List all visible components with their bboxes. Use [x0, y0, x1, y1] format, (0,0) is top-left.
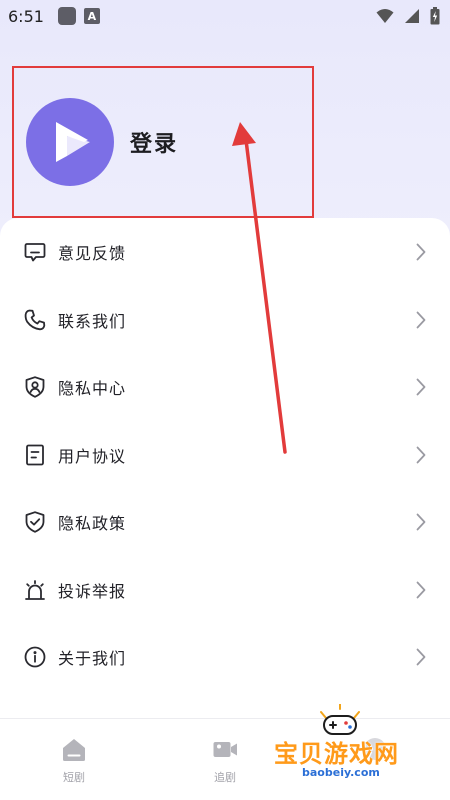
battery-icon	[430, 7, 440, 25]
chevron-right-icon	[414, 242, 428, 262]
menu-item-contact-us[interactable]: 联系我们	[0, 290, 450, 350]
watermark-logo: 宝贝游戏网 baobeiy.com	[272, 704, 422, 779]
menu-item-label: 用户协议	[58, 447, 127, 466]
chevron-right-icon	[414, 580, 428, 600]
menu-item-feedback[interactable]: 意见反馈	[0, 222, 450, 282]
menu-item-user-agreement[interactable]: 用户协议	[0, 425, 450, 485]
menu-item-privacy-center[interactable]: 隐私中心	[0, 357, 450, 417]
menu-item-label: 联系我们	[58, 312, 127, 331]
chevron-right-icon	[414, 512, 428, 532]
login-button[interactable]: 登录	[130, 126, 178, 158]
settings-menu-card: 意见反馈 联系我们 隐私中心 用户协议 隐私政策 投诉举报 关于我们	[0, 218, 450, 718]
status-time: 6:51	[8, 6, 44, 26]
watermark-url: baobeiy.com	[302, 766, 380, 779]
signal-icon	[405, 9, 419, 23]
wifi-icon	[376, 9, 394, 23]
menu-item-label: 关于我们	[58, 649, 127, 668]
chevron-right-icon	[414, 647, 428, 667]
menu-item-label: 意见反馈	[58, 244, 127, 263]
chevron-right-icon	[414, 445, 428, 465]
nav-item-follow-drama[interactable]: 追剧	[180, 735, 270, 785]
feedback-icon	[22, 239, 48, 265]
document-icon	[22, 442, 48, 468]
status-indicators	[376, 7, 440, 25]
chevron-right-icon	[414, 377, 428, 397]
menu-item-about-us[interactable]: 关于我们	[0, 627, 450, 687]
phone-icon	[22, 307, 48, 333]
chevron-right-icon	[414, 310, 428, 330]
app-notification-icon	[57, 7, 76, 25]
nav-label: 追剧	[214, 771, 236, 784]
menu-item-label: 隐私政策	[58, 514, 127, 533]
video-icon	[211, 735, 239, 763]
nav-label: 短剧	[63, 771, 85, 784]
menu-item-complaint-report[interactable]: 投诉举报	[0, 560, 450, 620]
a-notification-icon: A	[83, 8, 100, 24]
status-bar: 6:51 A	[0, 0, 450, 32]
privacy-user-shield-icon	[22, 374, 48, 400]
avatar[interactable]	[26, 98, 114, 186]
watermark-title: 宝贝游戏网	[274, 740, 399, 768]
info-icon	[22, 644, 48, 670]
nav-item-short-drama[interactable]: 短剧	[29, 735, 119, 785]
home-icon	[60, 735, 88, 763]
menu-item-privacy-policy[interactable]: 隐私政策	[0, 492, 450, 552]
menu-item-label: 投诉举报	[58, 582, 127, 601]
alarm-icon	[22, 577, 48, 603]
play-logo-icon	[56, 122, 90, 162]
menu-item-label: 隐私中心	[58, 379, 127, 398]
profile-login-area[interactable]: 登录	[12, 66, 314, 218]
shield-check-icon	[22, 509, 48, 535]
